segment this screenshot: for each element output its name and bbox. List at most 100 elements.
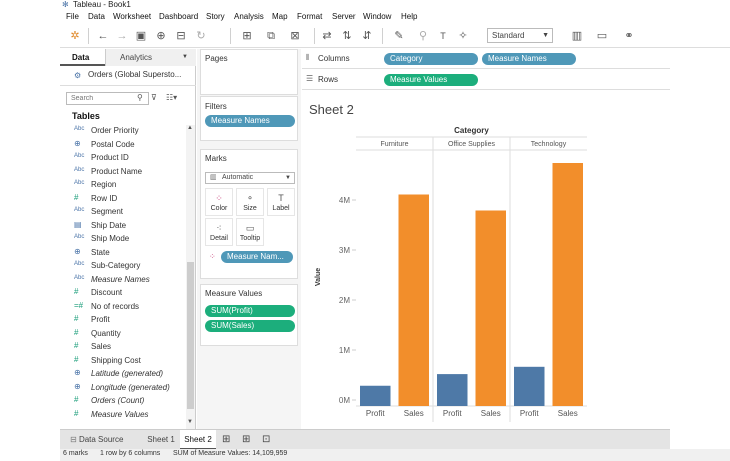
field-item[interactable]: Abc Product Name [60, 166, 186, 179]
size-button[interactable]: ⚬ Size [236, 188, 264, 216]
new-dashboard-icon[interactable]: ⊞ [242, 430, 250, 450]
field-item[interactable]: # Discount [60, 287, 186, 300]
color-button[interactable]: ⁘ Color [205, 188, 233, 216]
undo-icon[interactable]: ← [96, 28, 110, 44]
field-item[interactable]: # Measure Values [60, 409, 186, 422]
field-item[interactable]: ⊕ Latitude (generated) [60, 368, 186, 381]
field-item[interactable]: ⊕ State [60, 247, 186, 260]
menu-story[interactable]: Story [206, 11, 225, 23]
group-icon[interactable]: ⚲ [416, 28, 430, 44]
text-type-icon: Abc [74, 126, 85, 132]
number-type-icon: # [74, 395, 79, 404]
tab-analytics[interactable]: Analytics ▼ [105, 49, 196, 66]
field-item[interactable]: # Shipping Cost [60, 355, 186, 368]
field-item[interactable]: Abc Region [60, 179, 186, 192]
new-worksheet-icon[interactable]: ⊞ [222, 430, 230, 450]
menu-dashboard[interactable]: Dashboard [159, 11, 198, 23]
tab-sheet-2[interactable]: Sheet 2 [180, 430, 216, 450]
sort-descending-icon[interactable]: ⇵ [360, 28, 374, 44]
sort-ascending-icon[interactable]: ⇅ [340, 28, 354, 44]
columns-pill-measure-names[interactable]: Measure Names [482, 53, 576, 65]
scrollbar-thumb[interactable] [187, 262, 194, 409]
scroll-up-icon[interactable]: ▲ [187, 125, 193, 131]
menu-data[interactable]: Data [88, 11, 105, 23]
search-icon[interactable]: ⚲ [137, 93, 143, 102]
detail-button[interactable]: ⁖ Detail [205, 218, 233, 246]
datasource-item[interactable]: ⚙ Orders (Global Supersto... [60, 66, 196, 86]
view-options-icon[interactable]: ☷▾ [166, 93, 177, 102]
field-item[interactable]: Abc Segment [60, 206, 186, 219]
measure-pill-sum-sales[interactable]: SUM(Sales) [205, 320, 295, 332]
tab-data-source[interactable]: ⊟ Data Source [64, 430, 140, 450]
field-name: Orders (Count) [91, 396, 145, 405]
x-tick-label: Profit [443, 409, 462, 418]
presentation-mode-icon[interactable]: ▭ [594, 28, 610, 44]
show-labels-icon[interactable]: T [436, 28, 450, 44]
calculated-number-icon: =# [74, 300, 84, 310]
label-button[interactable]: T Label [267, 188, 295, 216]
filters-card[interactable]: Filters Measure Names [200, 96, 298, 141]
share-icon[interactable]: ⚭ [622, 28, 636, 44]
menu-map[interactable]: Map [272, 11, 288, 23]
highlight-icon[interactable]: ✎ [390, 28, 408, 44]
menu-analysis[interactable]: Analysis [234, 11, 264, 23]
tab-data[interactable]: Data [60, 49, 105, 66]
new-worksheet-icon[interactable]: ⊞ [238, 28, 256, 44]
menu-server[interactable]: Server [332, 11, 356, 23]
marks-pill-measure-names[interactable]: Measure Nam... [221, 251, 293, 263]
text-type-icon: Abc [74, 234, 85, 240]
filter-icon[interactable]: ⊽ [151, 93, 157, 102]
new-datasource-icon[interactable]: ⊕ [154, 28, 168, 44]
rows-pill-measure-values[interactable]: Measure Values [384, 74, 478, 86]
scroll-down-icon[interactable]: ▼ [187, 419, 193, 425]
menu-format[interactable]: Format [297, 11, 322, 23]
swap-rows-columns-icon[interactable]: ⇄ [320, 28, 334, 44]
refresh-icon[interactable]: ↻ [194, 28, 208, 44]
field-item[interactable]: ⊕ Postal Code [60, 139, 186, 152]
field-item[interactable]: # Quantity [60, 328, 186, 341]
fit-select[interactable]: Standard ▼ [487, 28, 553, 43]
save-icon[interactable]: ▣ [134, 28, 148, 44]
menu-help[interactable]: Help [401, 11, 417, 23]
datasource-name: Orders (Global Supersto... [88, 70, 182, 79]
field-item[interactable]: Abc Ship Mode [60, 233, 186, 246]
filter-pill-measure-names[interactable]: Measure Names [205, 115, 295, 127]
text-type-icon: Abc [74, 180, 85, 186]
mark-type-select[interactable]: ▥ Automatic ▼ [205, 172, 295, 184]
field-item[interactable]: ▤ Ship Date [60, 220, 186, 233]
right-margin [670, 49, 730, 449]
field-item[interactable]: ⊕ Longitude (generated) [60, 382, 186, 395]
field-item[interactable]: # Sales [60, 341, 186, 354]
menu-window[interactable]: Window [363, 11, 391, 23]
field-item[interactable]: Abc Sub-Category [60, 260, 186, 273]
field-item[interactable]: Abc Measure Names [60, 274, 186, 287]
field-item[interactable]: # Profit [60, 314, 186, 327]
new-story-icon[interactable]: ⊡ [262, 430, 270, 450]
database-icon: ⊟ [70, 435, 79, 444]
clear-sheet-icon[interactable]: ⊠ [286, 28, 304, 44]
fix-axes-icon[interactable]: ✧ [456, 28, 470, 44]
pause-updates-icon[interactable]: ⊟ [174, 28, 188, 44]
duplicate-sheet-icon[interactable]: ⧉ [262, 28, 280, 44]
tab-sheet-1[interactable]: Sheet 1 [144, 430, 178, 450]
y-tick-label: 2M [339, 296, 350, 305]
tableau-home-icon[interactable]: ✲ [68, 28, 82, 44]
field-name: Row ID [91, 193, 118, 203]
tab-analytics-label: Analytics [120, 53, 153, 62]
pages-card[interactable]: Pages [200, 49, 298, 95]
field-item[interactable]: # Orders (Count) [60, 395, 186, 408]
field-item[interactable]: Abc Product ID [60, 152, 186, 165]
show-cards-icon[interactable]: ▥ [566, 28, 588, 44]
tooltip-button[interactable]: ▭ Tooltip [236, 218, 264, 246]
columns-pill-category[interactable]: Category [384, 53, 478, 65]
menu-worksheet[interactable]: Worksheet [113, 11, 151, 23]
menu-file[interactable]: File [66, 11, 79, 23]
text-type-icon: Abc [74, 153, 85, 159]
columns-shelf[interactable]: ⫴ Columns Category Measure Names [302, 49, 670, 69]
field-item[interactable]: =# No of records [60, 301, 186, 314]
field-item[interactable]: Abc Order Priority [60, 125, 186, 138]
redo-icon[interactable]: → [115, 28, 129, 44]
rows-shelf[interactable]: ☰ Rows Measure Values [302, 70, 670, 90]
field-item[interactable]: # Row ID [60, 193, 186, 206]
measure-pill-sum-profit[interactable]: SUM(Profit) [205, 305, 295, 317]
